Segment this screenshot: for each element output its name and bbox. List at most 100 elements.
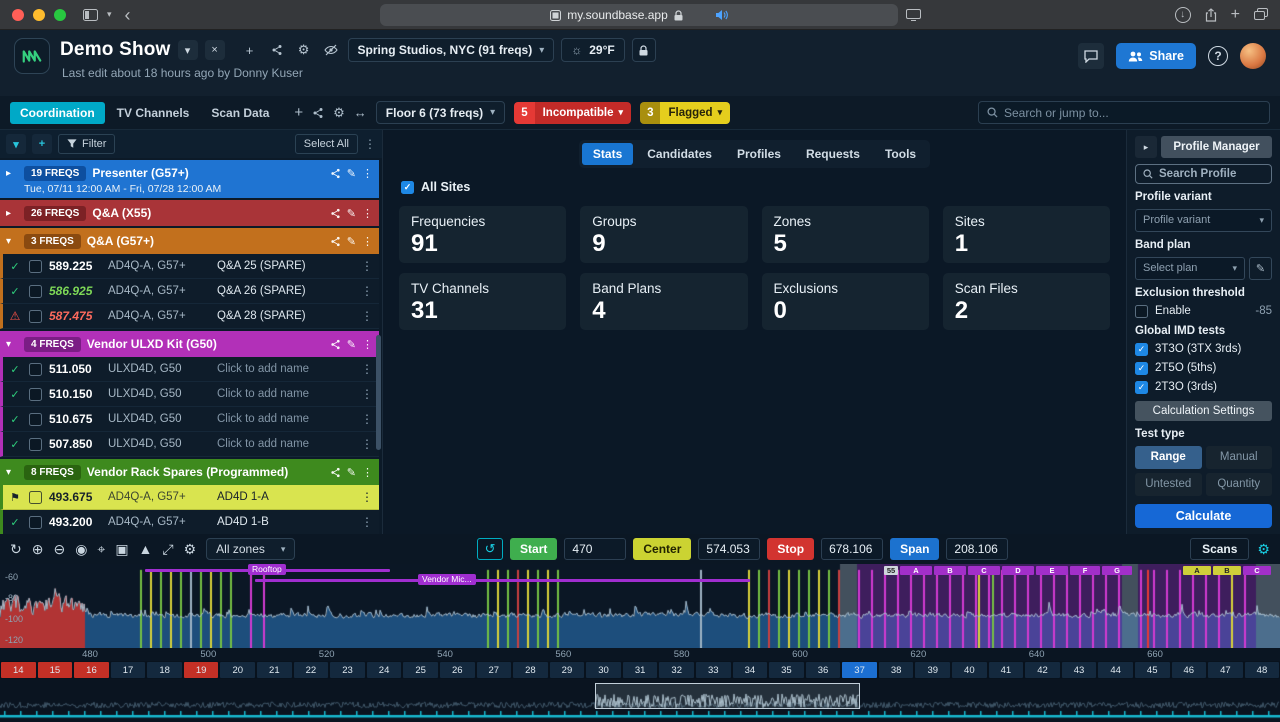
test-type-manual[interactable]: Manual <box>1206 446 1273 469</box>
tv-channel-23[interactable]: 23 <box>330 662 365 678</box>
back-button[interactable]: ‹ <box>125 6 131 24</box>
imd-test-row[interactable]: ✓2T5O (5ths) <box>1135 362 1272 375</box>
expand-icon[interactable]: ⤢ <box>162 542 173 556</box>
tv-channel-46[interactable]: 46 <box>1172 662 1207 678</box>
add-group-button[interactable]: + <box>32 134 52 154</box>
checkbox[interactable] <box>1135 305 1148 318</box>
tab-requests[interactable]: Requests <box>795 143 871 165</box>
user-avatar[interactable] <box>1240 43 1266 69</box>
kebab-icon[interactable]: ⋮ <box>364 137 376 151</box>
collapse-all-button[interactable]: ▾ <box>6 134 26 154</box>
tv-channel-36[interactable]: 36 <box>806 662 841 678</box>
edit-band-plan-button[interactable]: ✎ <box>1249 257 1272 280</box>
audio-playing-icon[interactable] <box>715 9 728 21</box>
group-expand-icon[interactable]: ▸ <box>6 168 18 179</box>
group-expand-icon[interactable]: ▸ <box>6 208 18 219</box>
share-show-icon[interactable] <box>267 40 287 60</box>
kebab-icon[interactable]: ⋮ <box>362 167 373 180</box>
row-checkbox[interactable] <box>29 363 42 376</box>
channel-name[interactable]: Q&A 26 (SPARE) <box>217 285 354 297</box>
tv-channel-44[interactable]: 44 <box>1098 662 1133 678</box>
share-page-icon[interactable] <box>1205 8 1217 22</box>
tv-channel-48[interactable]: 48 <box>1245 662 1280 678</box>
sync-icon[interactable]: ↻ <box>10 542 22 556</box>
tv-channel-20[interactable]: 20 <box>220 662 255 678</box>
tv-channel-19[interactable]: 19 <box>184 662 219 678</box>
span-button[interactable]: Span <box>890 538 939 560</box>
flagged-filter-button[interactable]: 3 Flagged▾ <box>640 102 730 124</box>
spectrum-settings-icon[interactable]: ⚙ <box>1257 541 1270 558</box>
imd-test-row[interactable]: ✓2T3O (3rds) <box>1135 381 1272 394</box>
tv-channel-21[interactable]: 21 <box>257 662 292 678</box>
channel-name[interactable]: Click to add name <box>217 413 354 425</box>
row-checkbox[interactable] <box>29 260 42 273</box>
tv-channel-34[interactable]: 34 <box>733 662 768 678</box>
overview-selection-window[interactable] <box>595 683 860 709</box>
kebab-icon[interactable]: ⋮ <box>361 437 373 451</box>
edit-icon[interactable]: ✎ <box>347 235 356 248</box>
kebab-icon[interactable]: ⋮ <box>361 387 373 401</box>
channel-name[interactable]: AD4D 1-A <box>217 491 354 503</box>
freq-group-header[interactable]: ▾4 FREQSVendor ULXD Kit (G50)✎⋮ <box>0 331 379 357</box>
soundbase-logo[interactable] <box>14 38 50 74</box>
tv-channel-15[interactable]: 15 <box>38 662 73 678</box>
zoom-in-icon[interactable]: ⊕ <box>32 542 44 556</box>
checkbox[interactable]: ✓ <box>401 181 414 194</box>
zones-selector[interactable]: All zones ▾ <box>206 538 295 560</box>
eye-off-icon[interactable] <box>321 40 341 60</box>
channel-name[interactable]: Q&A 25 (SPARE) <box>217 260 354 272</box>
incompatible-filter-button[interactable]: 5 Incompatible▾ <box>514 102 631 124</box>
spectrum-plot[interactable]: RooftopVendor Mic...55ABCDEFGABC -60-80-… <box>0 564 1280 648</box>
tv-channel-42[interactable]: 42 <box>1025 662 1060 678</box>
global-search[interactable] <box>978 101 1270 124</box>
checkbox[interactable]: ✓ <box>1135 362 1148 375</box>
share-icon[interactable] <box>330 168 341 179</box>
kebab-icon[interactable]: ⋮ <box>362 466 373 479</box>
scrollbar-thumb[interactable] <box>376 335 381 450</box>
window-close-button[interactable] <box>12 9 24 21</box>
row-checkbox[interactable] <box>29 516 42 529</box>
checkbox[interactable]: ✓ <box>1135 381 1148 394</box>
freq-row[interactable]: ✓510.675ULXD4D, G50Click to add name⋮ <box>0 407 379 432</box>
freq-group-header[interactable]: ▸19 FREQSPresenter (G57+)✎⋮Tue, 07/11 12… <box>0 160 379 198</box>
zoom-out-icon[interactable]: ⊖ <box>53 542 65 556</box>
add-icon[interactable]: + <box>294 104 303 121</box>
tab-profiles[interactable]: Profiles <box>726 143 792 165</box>
spectrum-canvas[interactable] <box>0 564 1280 648</box>
zone-selector[interactable]: Floor 6 (73 freqs) ▾ <box>376 101 505 124</box>
spectrum-overview[interactable] <box>0 681 1280 719</box>
threshold-value[interactable]: -85 <box>1255 305 1272 317</box>
imd-test-row[interactable]: ✓3T3O (3TX 3rds) <box>1135 343 1272 356</box>
edit-icon[interactable]: ✎ <box>347 207 356 220</box>
share-icon[interactable] <box>330 236 341 247</box>
gear-icon[interactable]: ⚙ <box>294 40 314 60</box>
downloads-icon[interactable]: ↓ <box>1175 7 1191 23</box>
kebab-icon[interactable]: ⋮ <box>362 235 373 248</box>
kebab-icon[interactable]: ⋮ <box>362 207 373 220</box>
test-type-quantity[interactable]: Quantity <box>1206 473 1273 496</box>
tv-channel-28[interactable]: 28 <box>513 662 548 678</box>
select-all-button[interactable]: Select All <box>295 134 358 154</box>
freq-group-header[interactable]: ▾8 FREQSVendor Rack Spares (Programmed)✎… <box>0 459 379 485</box>
new-tab-icon[interactable]: + <box>1231 7 1240 23</box>
test-type-untested[interactable]: Untested <box>1135 473 1202 496</box>
kebab-icon[interactable]: ⋮ <box>361 412 373 426</box>
kebab-icon[interactable]: ⋮ <box>361 259 373 273</box>
scans-button[interactable]: Scans <box>1190 538 1249 560</box>
share-icon[interactable] <box>330 339 341 350</box>
window-zoom-button[interactable] <box>54 9 66 21</box>
tab-tv-channels[interactable]: TV Channels <box>107 102 200 124</box>
tv-channel-41[interactable]: 41 <box>989 662 1024 678</box>
edit-icon[interactable]: ✎ <box>347 338 356 351</box>
stop-button[interactable]: Stop <box>767 538 814 560</box>
tab-tools[interactable]: Tools <box>874 143 927 165</box>
comments-button[interactable] <box>1078 43 1104 69</box>
band-plan-select[interactable]: Select plan ▾ <box>1135 257 1245 280</box>
row-checkbox[interactable] <box>29 438 42 451</box>
tv-channel-35[interactable]: 35 <box>769 662 804 678</box>
tv-channel-18[interactable]: 18 <box>147 662 182 678</box>
tv-channel-32[interactable]: 32 <box>659 662 694 678</box>
row-checkbox[interactable] <box>29 285 42 298</box>
edit-icon[interactable]: ✎ <box>347 167 356 180</box>
close-show-button[interactable]: × <box>205 40 225 60</box>
